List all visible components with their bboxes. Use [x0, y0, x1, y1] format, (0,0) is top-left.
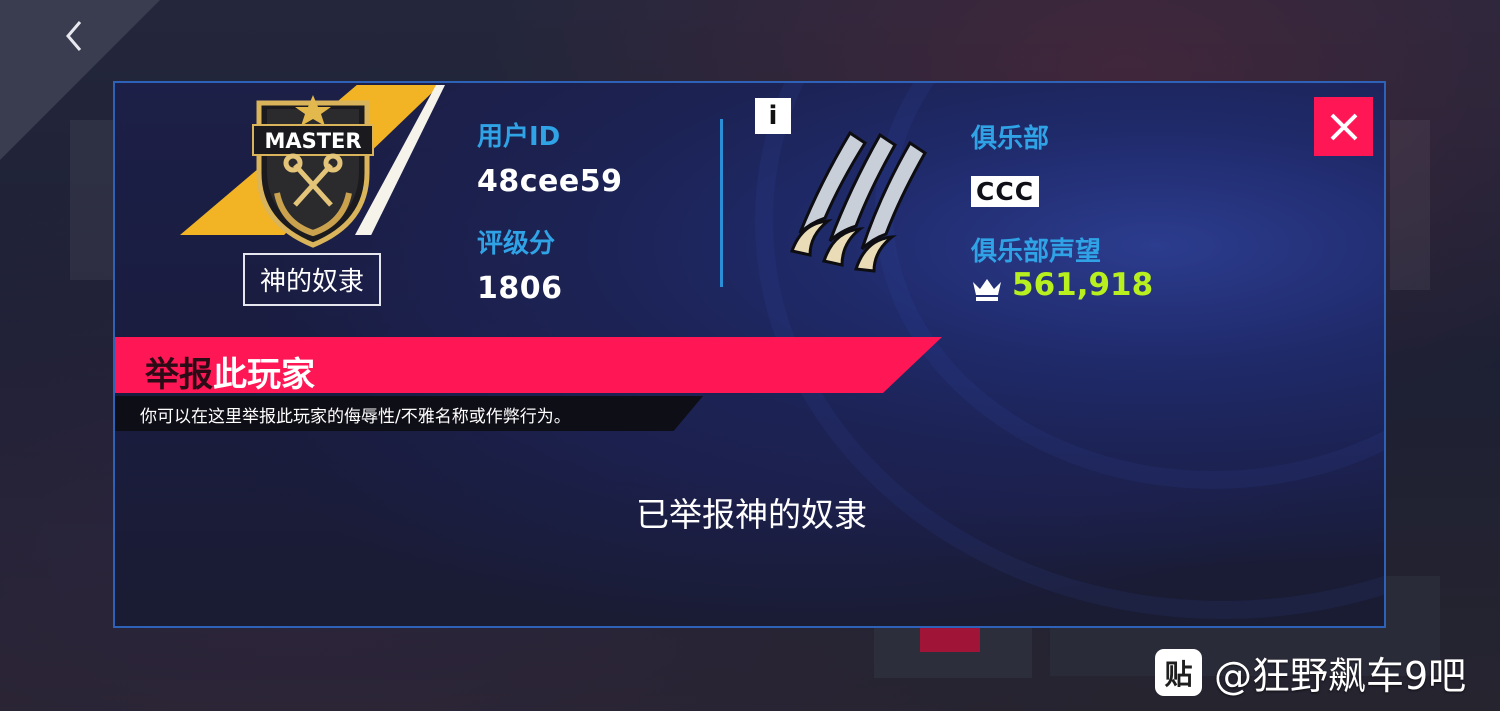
player-profile-dialog: MASTER 神的奴隶 用户ID 48cee59 评级分 1806 i 俱乐部 …: [113, 81, 1386, 628]
section-divider: [720, 119, 723, 287]
report-title-part2: 此玩家: [213, 355, 315, 395]
back-button[interactable]: [58, 16, 92, 56]
close-button[interactable]: [1314, 97, 1373, 156]
user-id-label: 用户ID: [477, 122, 561, 152]
close-icon: [1330, 113, 1357, 140]
club-reputation-label: 俱乐部声望: [971, 237, 1102, 267]
rank-badge-text: MASTER: [264, 129, 361, 153]
report-subtitle: 你可以在这里举报此玩家的侮辱性/不雅名称或作弊行为。: [140, 407, 571, 427]
user-id-value: 48cee59: [477, 164, 623, 199]
club-label: 俱乐部: [971, 124, 1050, 154]
watermark-text: @狂野飙车9吧: [1214, 654, 1467, 698]
club-emblem-claw-icon: [790, 130, 927, 273]
info-icon: i: [768, 101, 778, 131]
rating-value: 1806: [477, 271, 563, 306]
tieba-logo-icon: 贴: [1155, 649, 1202, 696]
rank-title: 神的奴隶: [259, 267, 364, 297]
background-panel: [1390, 120, 1430, 290]
rating-label: 评级分: [477, 229, 556, 259]
crown-icon: [973, 279, 1001, 301]
report-player-title[interactable]: 举报此玩家: [145, 347, 315, 396]
report-title-part1: 举报: [145, 355, 213, 395]
club-name: CCC: [971, 176, 1040, 207]
master-rank-badge: MASTER: [252, 95, 374, 248]
background-chip: [920, 628, 980, 652]
rank-title-box: 神的奴隶: [243, 253, 381, 306]
watermark: 贴 @狂野飙车9吧: [1155, 645, 1466, 700]
report-status-message: 已举报神的奴隶: [636, 495, 867, 534]
chevron-left-icon: [66, 21, 82, 51]
club-reputation-value: 561,918: [1012, 267, 1154, 303]
